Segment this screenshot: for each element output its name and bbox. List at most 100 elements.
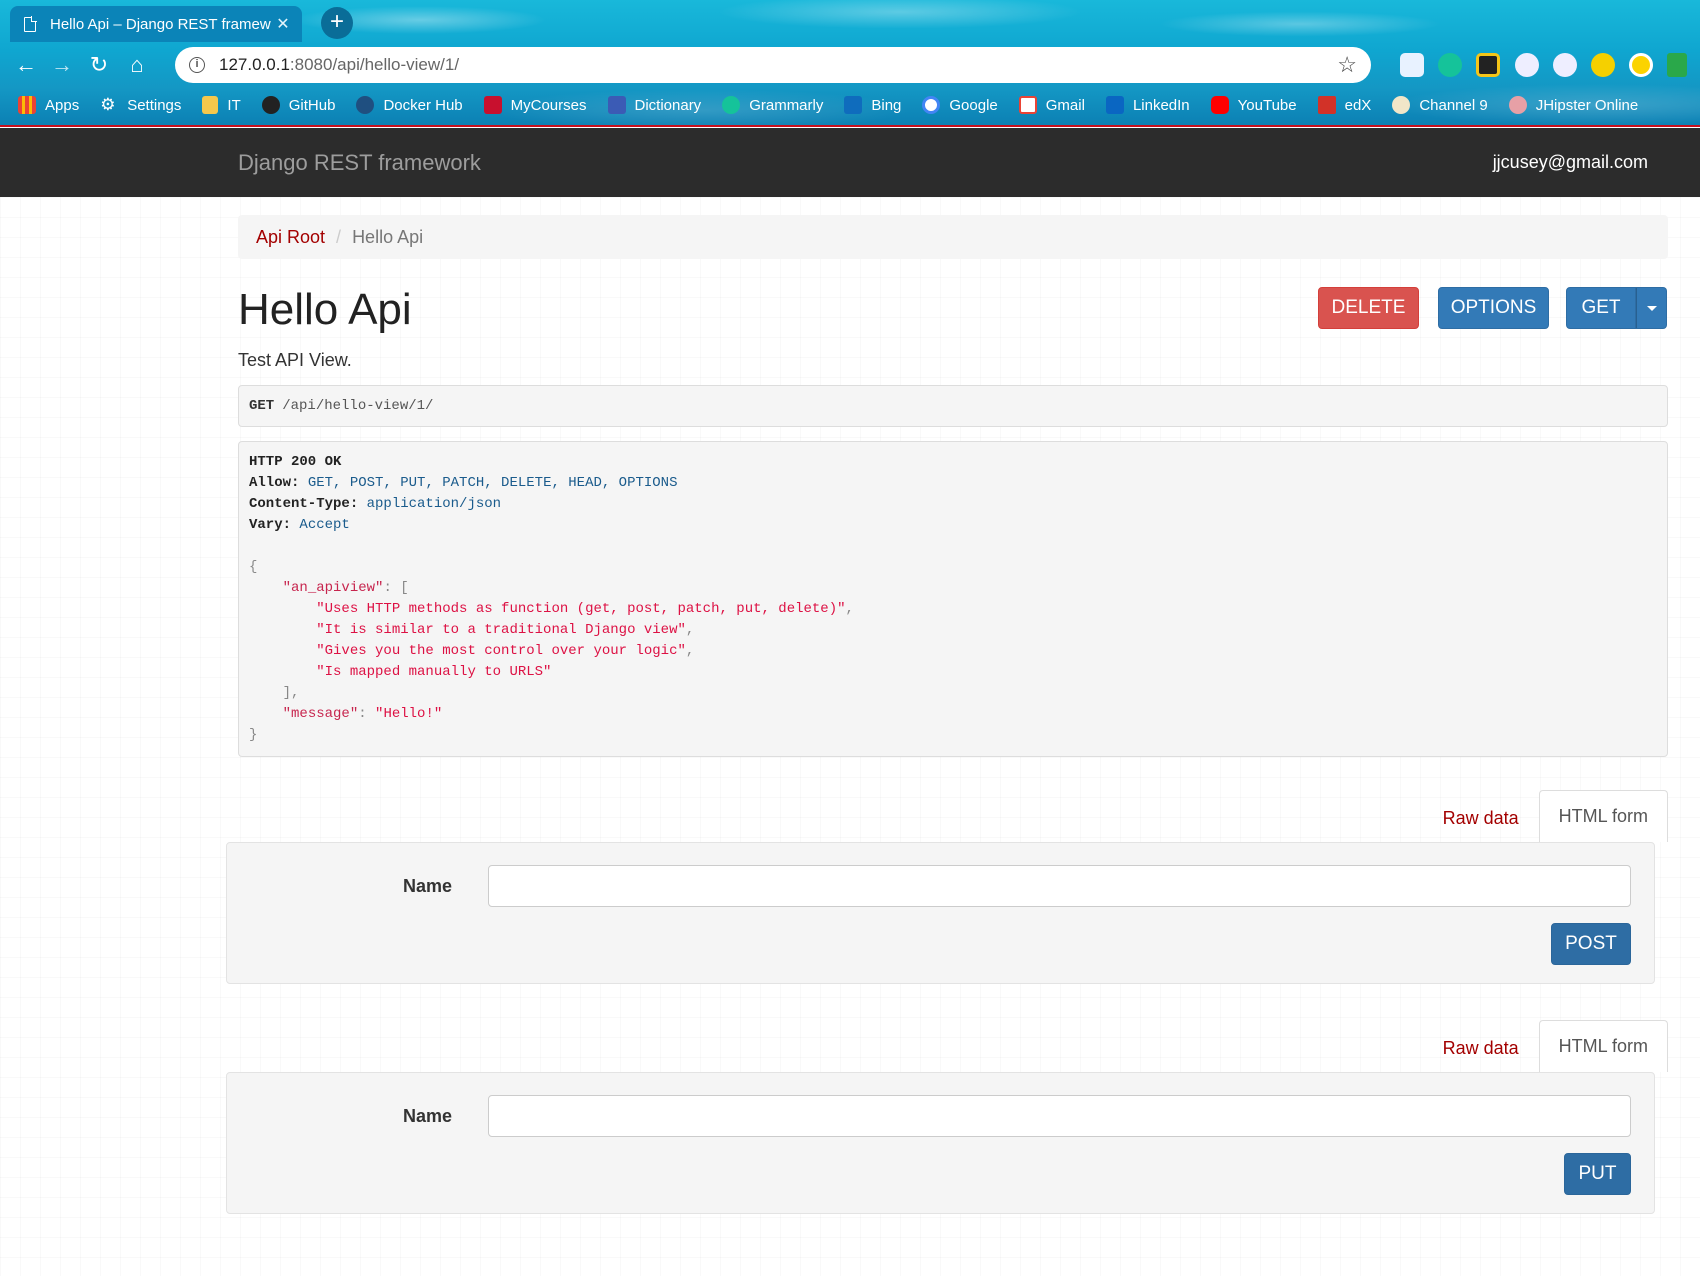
bookmark-apps[interactable]: Apps (18, 96, 79, 114)
ublock-extension-icon[interactable] (1400, 53, 1424, 77)
bookmark-dictionary[interactable]: Dictionary (607, 96, 701, 114)
json-string: "It is similar to a traditional Django v… (316, 622, 686, 638)
bookmark-channel9[interactable]: Channel 9 (1392, 96, 1488, 114)
checkmark-extension-icon[interactable] (1667, 53, 1687, 77)
breadcrumb-api-root[interactable]: Api Root (256, 227, 325, 248)
forward-arrow-icon[interactable]: → (47, 50, 77, 80)
jhipster-icon (1508, 96, 1527, 114)
json-key: "an_apiview" (282, 580, 384, 596)
post-form: Name POST (226, 842, 1655, 984)
document-icon (24, 15, 37, 32)
name-label: Name (403, 1106, 453, 1126)
youtube-icon (1210, 96, 1229, 114)
edx-icon (1317, 96, 1336, 114)
get-format-dropdown[interactable] (1636, 287, 1667, 329)
extension-circle-icon[interactable] (1515, 53, 1539, 77)
tab-raw-data[interactable]: Raw data (1423, 1024, 1539, 1072)
header-value: application/json (366, 496, 502, 512)
google-icon (922, 96, 941, 114)
linkedin-icon (1105, 96, 1124, 114)
bookmark-bing[interactable]: Bing (844, 96, 901, 114)
home-icon[interactable]: ⌂ (122, 50, 152, 80)
json-string: "Hello!" (375, 706, 443, 722)
grammarly-icon (722, 96, 741, 114)
gear-icon: ⚙ (100, 95, 116, 114)
tab-raw-data[interactable]: Raw data (1423, 794, 1539, 842)
close-icon[interactable]: ✕ (274, 14, 292, 34)
response-info: HTTP 200 OK Allow: GET, POST, PUT, PATCH… (238, 441, 1668, 757)
mycourses-icon (483, 96, 502, 114)
post-form-tabs: Raw data HTML form (1423, 790, 1668, 842)
post-button[interactable]: POST (1551, 923, 1631, 965)
bookmark-youtube[interactable]: YouTube (1210, 96, 1297, 114)
reload-icon[interactable]: ↻ (84, 50, 114, 80)
request-path: /api/hello-view/1/ (282, 398, 434, 414)
get-button-group: GET (1566, 287, 1667, 329)
home-extension-icon[interactable] (1629, 53, 1653, 77)
dictionary-icon (607, 96, 626, 114)
bookmark-jhipster[interactable]: JHipster Online (1508, 96, 1638, 114)
request-method: GET (249, 398, 275, 414)
bookmark-docker-hub[interactable]: Docker Hub (356, 96, 463, 114)
url-host: 127.0.0.1 (219, 55, 290, 74)
github-icon (261, 96, 280, 114)
tab-title: Hello Api – Django REST framew (50, 15, 271, 33)
folder-icon (202, 96, 219, 114)
header-value: Accept (299, 517, 350, 533)
bookmark-mycourses[interactable]: MyCourses (483, 96, 587, 114)
breadcrumb-separator: / (336, 226, 342, 247)
delete-button[interactable]: DELETE (1318, 287, 1419, 329)
header-key: Content-Type: (249, 496, 359, 512)
browser-tab[interactable]: Hello Api – Django REST framew ✕ (10, 6, 302, 42)
request-info: GET /api/hello-view/1/ (238, 385, 1668, 427)
bookmark-star-icon[interactable]: ☆ (1337, 52, 1357, 78)
url-path: :8080/api/hello-view/1/ (289, 55, 460, 74)
bing-icon (844, 96, 863, 114)
navbar-user[interactable]: jjcusey@gmail.com (1493, 152, 1648, 173)
header-key: Allow: (249, 475, 300, 491)
get-button[interactable]: GET (1566, 287, 1636, 329)
bookmark-grammarly[interactable]: Grammarly (722, 96, 823, 114)
gmail-icon (1018, 96, 1037, 114)
header-value: GET, POST, PUT, PATCH, DELETE, HEAD, OPT… (307, 475, 678, 491)
browser-toolbar: ← → ↻ ⌂ i 127.0.0.1:8080/api/hello-view/… (0, 44, 1700, 86)
put-form-tabs: Raw data HTML form (1423, 1020, 1668, 1072)
browser-chrome: Hello Api – Django REST framew ✕ + ← → ↻… (0, 0, 1700, 127)
bookmark-gmail[interactable]: Gmail (1018, 96, 1085, 114)
bookmark-github[interactable]: GitHub (261, 96, 335, 114)
json-string: "Is mapped manually to URLS" (316, 664, 552, 680)
put-button[interactable]: PUT (1564, 1153, 1631, 1195)
grammarly-extension-icon[interactable] (1438, 53, 1462, 77)
back-arrow-icon[interactable]: ← (11, 50, 41, 80)
info-icon[interactable]: i (189, 57, 205, 73)
address-bar[interactable]: i 127.0.0.1:8080/api/hello-view/1/ ☆ (175, 47, 1371, 83)
bookmark-it[interactable]: IT (202, 96, 241, 114)
bookmark-google[interactable]: Google (922, 96, 998, 114)
name-input[interactable] (488, 865, 1631, 907)
page-content: Api Root / Hello Api Hello Api Test API … (0, 197, 1700, 1276)
breadcrumb-current: Hello Api (352, 226, 424, 247)
name-input[interactable] (488, 1095, 1631, 1137)
json-string: "Uses HTTP methods as function (get, pos… (316, 601, 846, 617)
search-extension-icon[interactable] (1591, 53, 1615, 77)
page-title: Hello Api (238, 285, 412, 334)
apps-grid-icon (18, 96, 36, 114)
options-button[interactable]: OPTIONS (1438, 287, 1549, 329)
tab-html-form[interactable]: HTML form (1538, 1020, 1668, 1072)
bookmark-linkedin[interactable]: LinkedIn (1105, 96, 1190, 114)
checklist-extension-icon[interactable] (1476, 53, 1500, 77)
bookmarks-bar: Apps ⚙ Settings IT GitHub Docker Hub MyCo… (0, 89, 1700, 121)
page-description: Test API View. (238, 350, 352, 370)
header-key: Vary: (249, 517, 292, 533)
tab-html-form[interactable]: HTML form (1538, 790, 1668, 842)
put-form: Name PUT (226, 1072, 1655, 1214)
extension-circle-icon-2[interactable] (1553, 53, 1577, 77)
bookmark-edx[interactable]: edX (1317, 96, 1371, 114)
new-tab-button[interactable]: + (321, 7, 353, 39)
drf-navbar: Django REST framework jjcusey@gmail.com (0, 128, 1700, 197)
json-string: "Gives you the most control over your lo… (316, 643, 686, 659)
navbar-brand[interactable]: Django REST framework (238, 150, 481, 176)
channel9-icon (1392, 96, 1411, 114)
bookmark-settings[interactable]: ⚙ Settings (100, 96, 181, 114)
breadcrumb: Api Root / Hello Api (238, 215, 1668, 259)
